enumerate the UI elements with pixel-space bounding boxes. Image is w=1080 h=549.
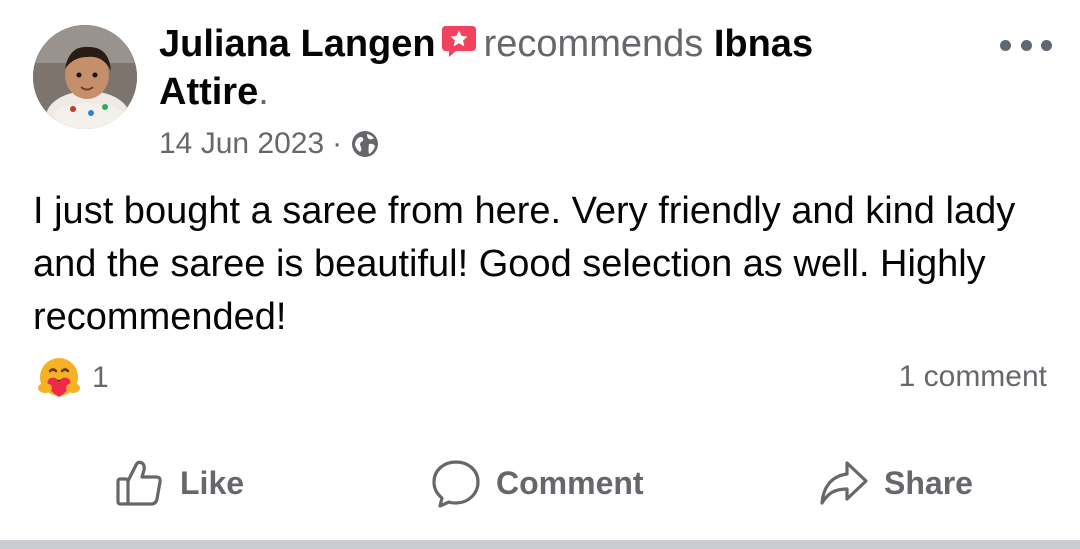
comment-button[interactable]: Comment (430, 448, 644, 518)
post-meta: 14 Jun 2023 · (159, 124, 380, 164)
author-name[interactable]: Juliana Langen (159, 23, 436, 65)
comment-label: Comment (496, 464, 644, 501)
reactions-summary[interactable]: 1 (36, 355, 109, 401)
thumbs-up-icon (116, 460, 162, 506)
post-card: Juliana Langen recommends Ibnas Attire. … (0, 0, 1080, 540)
post-text: I just bought a saree from here. Very fr… (33, 190, 1016, 338)
share-label: Share (884, 464, 973, 501)
avatar-photo (33, 25, 137, 129)
comment-bubble-icon (432, 460, 480, 508)
globe-icon (352, 131, 379, 157)
feed-divider (0, 540, 1080, 549)
recommendation-star-icon (441, 26, 476, 57)
meta-separator: · (332, 127, 343, 160)
comment-count-link[interactable]: 1 comment (899, 360, 1047, 394)
more-options-button[interactable] (1000, 32, 1052, 58)
like-label: Like (180, 464, 245, 501)
reaction-count: 1 (92, 361, 109, 394)
post-header: Juliana Langen recommends Ibnas Attire. (159, 20, 919, 116)
share-arrow-icon (820, 461, 868, 505)
author-avatar[interactable] (33, 25, 137, 129)
share-button[interactable]: Share (818, 448, 973, 518)
care-reaction-icon (38, 358, 80, 397)
like-button[interactable]: Like (114, 448, 244, 518)
end-punctuation: . (258, 71, 269, 113)
recommends-text: recommends (483, 23, 704, 65)
dot (1041, 39, 1052, 51)
action-bar: Like Comment Share (0, 448, 1080, 518)
post-date[interactable]: 14 Jun 2023 (159, 127, 324, 161)
dot (1020, 39, 1032, 51)
dot (1000, 39, 1011, 51)
